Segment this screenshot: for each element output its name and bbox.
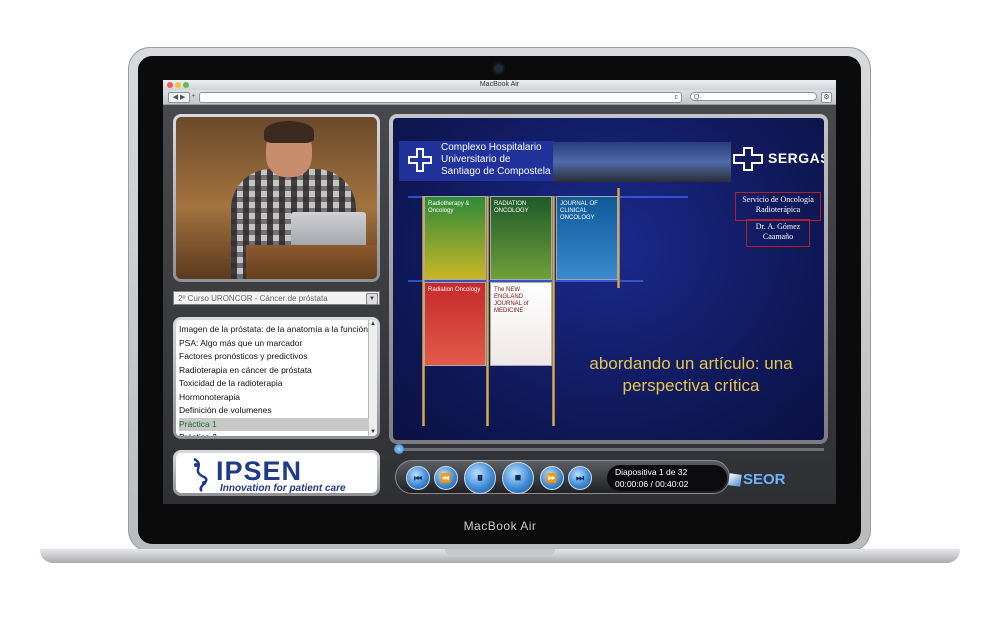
hospital-name-line2: Universitario de bbox=[441, 154, 511, 165]
slide-caption: abordando un artículo: una perspectiva c… bbox=[571, 353, 811, 397]
camera-icon bbox=[494, 64, 503, 73]
chevron-down-icon[interactable]: ▼ bbox=[366, 293, 378, 305]
slide-counter: Diapositiva 1 de 32 bbox=[615, 467, 688, 477]
playback-time: 00:00:06 / 00:40:02 bbox=[615, 479, 688, 489]
sergas-cross-icon bbox=[733, 147, 763, 171]
journal-cover: Radiotherapy & Oncology bbox=[424, 196, 486, 280]
presentation-slide: Complexo Hospitalario Universitario de S… bbox=[393, 118, 824, 440]
journal-cover: JOURNAL OF CLINICAL ONCOLOGY bbox=[556, 196, 618, 280]
playback-progress-handle[interactable] bbox=[394, 444, 405, 454]
search-input[interactable]: Q· bbox=[690, 92, 817, 101]
service-line2: Radioterápica bbox=[755, 205, 801, 214]
journal-title: Radiation Oncology bbox=[428, 287, 481, 293]
lesson-item[interactable]: Radioterapia en cáncer de próstata bbox=[179, 364, 369, 377]
lesson-item[interactable]: Imagen de la próstata: de la anatomía a … bbox=[179, 323, 369, 336]
speaker-hair bbox=[264, 121, 314, 143]
settings-gear-icon[interactable]: ⚙ bbox=[821, 92, 832, 103]
slide-pole bbox=[486, 196, 489, 426]
lesson-item[interactable]: Hormonoterapia bbox=[179, 391, 369, 404]
hospital-cross-icon bbox=[408, 148, 432, 172]
lesson-item[interactable]: Toxicidad de la radioterapia bbox=[179, 377, 369, 390]
scroll-up-icon[interactable]: ▲ bbox=[369, 320, 377, 328]
reload-icon[interactable]: c bbox=[675, 93, 679, 102]
journal-cover: The NEW ENGLAND JOURNAL of MEDICINE bbox=[490, 282, 552, 366]
lesson-list-scrollbar[interactable]: ▲ ▼ bbox=[368, 320, 377, 436]
stop-icon[interactable]: ■ bbox=[502, 462, 534, 494]
seor-logo: SEOR bbox=[743, 471, 786, 488]
scroll-down-icon[interactable]: ▼ bbox=[369, 428, 377, 436]
window-title: MacBook Air bbox=[479, 81, 520, 88]
slide-viewer: Complexo Hospitalario Universitario de S… bbox=[389, 114, 828, 444]
skip-back-icon[interactable]: ⏮ bbox=[406, 466, 430, 490]
hospital-photo bbox=[553, 142, 731, 182]
lesson-item[interactable]: Práctica 1 bbox=[179, 417, 369, 431]
playback-progress-track[interactable] bbox=[395, 448, 824, 451]
lesson-list-content: ▲ ▼ Imagen de la próstata: de la anatomí… bbox=[176, 320, 377, 436]
playback-status: Diapositiva 1 de 32 00:00:06 / 00:40:02 bbox=[607, 465, 727, 491]
ipsen-logo: IPSEN Innovation for patient care bbox=[173, 450, 380, 496]
ipsen-logo-panel: IPSEN Innovation for patient care bbox=[176, 453, 377, 493]
slide-pole bbox=[552, 196, 555, 426]
journal-title: The NEW ENGLAND JOURNAL of MEDICINE bbox=[494, 287, 529, 314]
service-box: Servicio de Oncología Radioterápica bbox=[735, 192, 821, 221]
hospital-name-line1: Complexo Hospitalario bbox=[441, 142, 542, 153]
time-separator: / bbox=[650, 479, 653, 489]
pause-icon[interactable]: ⏸ bbox=[464, 462, 496, 494]
seor-cube-icon bbox=[728, 473, 742, 487]
podium bbox=[246, 245, 377, 279]
slide-caption-line2: perspectiva crítica bbox=[622, 376, 760, 395]
hospital-name-line3: Santiago de Compostela bbox=[441, 166, 551, 177]
laptop-notch bbox=[445, 549, 555, 555]
time-current: 00:00:06 bbox=[615, 479, 649, 489]
lesson-item[interactable]: Factores pronósticos y predictivos bbox=[179, 350, 369, 363]
slide-caption-line1: abordando un artículo: una bbox=[589, 354, 793, 373]
lesson-item[interactable]: Definición de volumenes bbox=[179, 404, 369, 417]
journal-cover: Radiation Oncology bbox=[424, 282, 486, 366]
hospital-name: Complexo Hospitalario Universitario de S… bbox=[441, 142, 551, 178]
player-controls: ⏮ ⏪ ⏸ ■ ⏩ ⏭ Diapositiva 1 de 32 00:00:06… bbox=[395, 460, 730, 494]
lesson-item[interactable]: Práctica 2 bbox=[179, 431, 369, 436]
speaker-video[interactable] bbox=[173, 114, 380, 282]
speaker-video-frame bbox=[176, 117, 377, 279]
journal-title: JOURNAL OF CLINICAL ONCOLOGY bbox=[560, 201, 598, 221]
back-forward-button[interactable]: ◀ ▶ bbox=[168, 92, 190, 103]
skip-forward-icon[interactable]: ⏭ bbox=[568, 466, 592, 490]
fast-forward-icon[interactable]: ⏩ bbox=[540, 466, 564, 490]
course-player-app: 2º Curso URONCOR - Cáncer de próstata ▼ … bbox=[163, 105, 836, 504]
add-tab-button[interactable]: + bbox=[190, 92, 197, 101]
window-titlebar: MacBook Air bbox=[163, 80, 836, 90]
journal-cover: RADIATION ONCOLOGY bbox=[490, 196, 552, 280]
browser-toolbar: ◀ ▶ + c Q· ⚙ bbox=[163, 90, 836, 105]
journal-title: Radiotherapy & Oncology bbox=[428, 201, 470, 214]
course-dropdown-value: 2º Curso URONCOR - Cáncer de próstata bbox=[178, 294, 328, 303]
ipsen-tagline: Innovation for patient care bbox=[220, 483, 346, 493]
ipsen-helix-icon bbox=[193, 457, 208, 493]
journal-title: RADIATION ONCOLOGY bbox=[494, 201, 529, 214]
author-line2: Caamaño bbox=[762, 232, 794, 241]
address-bar[interactable]: c bbox=[199, 92, 682, 103]
course-dropdown[interactable]: 2º Curso URONCOR - Cáncer de próstata ▼ bbox=[173, 291, 380, 305]
device-label: MacBook Air bbox=[463, 519, 537, 533]
screen: MacBook Air ◀ ▶ + c Q· ⚙ 2º Curso URONCO… bbox=[163, 80, 836, 504]
service-line1: Servicio de Oncología bbox=[742, 195, 814, 204]
author-box: Dr. A. Gómez Caamaño bbox=[746, 219, 810, 247]
sergas-logo: SERGAS bbox=[768, 150, 824, 166]
author-line1: Dr. A. Gómez bbox=[755, 222, 801, 231]
lesson-list: ▲ ▼ Imagen de la próstata: de la anatomí… bbox=[173, 317, 380, 439]
rewind-icon[interactable]: ⏪ bbox=[434, 466, 458, 490]
lesson-item[interactable]: PSA: Algo más que un marcador bbox=[179, 337, 369, 350]
time-total: 00:40:02 bbox=[655, 479, 689, 489]
hospital-banner: Complexo Hospitalario Universitario de S… bbox=[399, 141, 554, 181]
